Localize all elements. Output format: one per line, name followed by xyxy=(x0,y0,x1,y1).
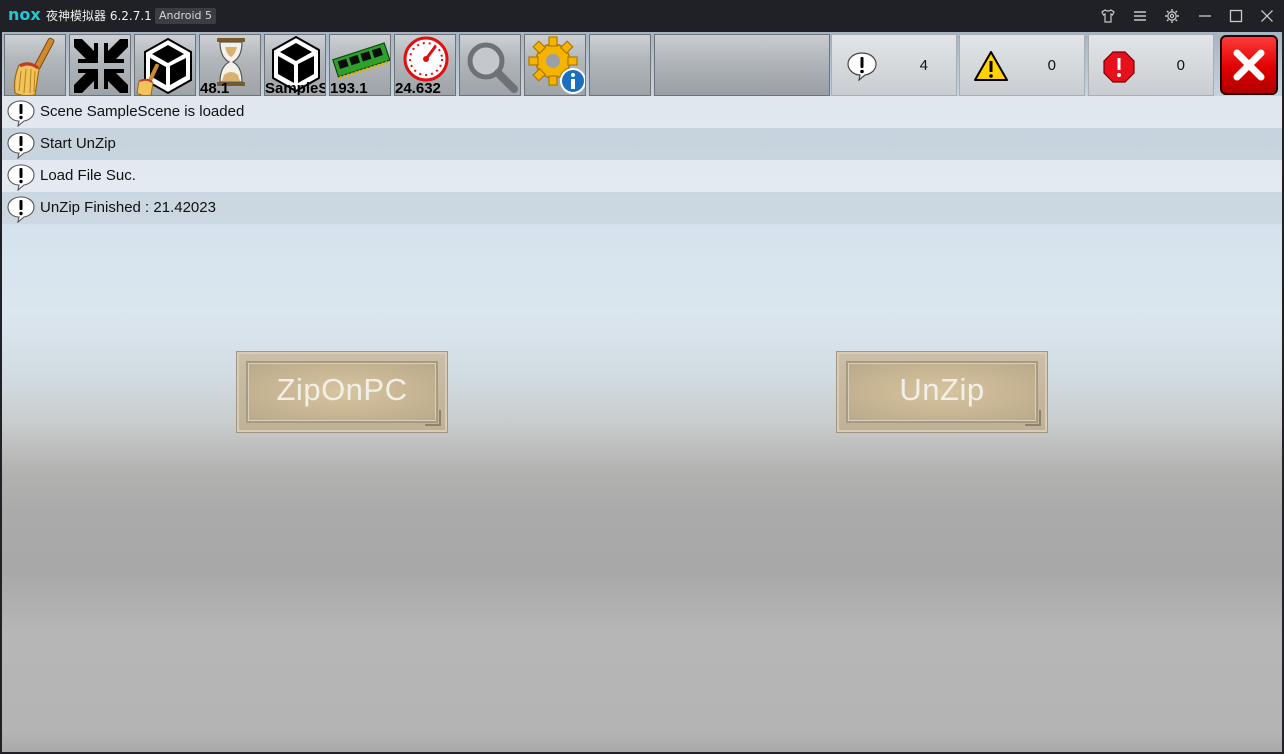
window-title-bar: nox 夜神模拟器 6.2.7.1 Android 5 xyxy=(0,0,1284,32)
scene-name-value: SampleS xyxy=(265,80,326,96)
fps-button[interactable]: 24.632 xyxy=(394,34,456,96)
broom-icon xyxy=(13,37,55,95)
nox-logo: nox xyxy=(8,5,41,24)
info-bubble-icon xyxy=(7,196,35,223)
time-scale-button[interactable]: 48.1 xyxy=(199,34,261,96)
memory-value: 193.1 xyxy=(330,80,368,96)
error-count-toggle[interactable]: 0 xyxy=(1088,34,1214,96)
gear-icon[interactable] xyxy=(1161,5,1183,27)
log-entry[interactable]: Scene SampleScene is loaded xyxy=(2,96,1282,128)
scene-button[interactable]: SampleS xyxy=(264,34,326,96)
gear-info-icon xyxy=(528,36,585,94)
warning-triangle-icon xyxy=(974,51,1008,81)
info-bubble-icon xyxy=(847,52,877,81)
close-icon[interactable] xyxy=(1256,5,1278,27)
log-entry[interactable]: Start UnZip xyxy=(2,128,1282,160)
collapse-button[interactable] xyxy=(69,34,131,96)
log-entry[interactable]: Load File Suc. xyxy=(2,160,1282,192)
log-list: Scene SampleScene is loaded Start UnZip … xyxy=(2,96,1282,224)
clear-log-button[interactable] xyxy=(4,34,66,96)
toolbar-spacer xyxy=(654,34,830,96)
log-message: Start UnZip xyxy=(40,135,116,152)
log-message: Scene SampleScene is loaded xyxy=(40,103,245,120)
x-close-icon xyxy=(1233,49,1265,81)
log-entry[interactable]: UnZip Finished : 21.42023 xyxy=(2,192,1282,224)
zip-on-pc-button[interactable]: ZipOnPC xyxy=(237,352,447,432)
warning-count: 0 xyxy=(1047,57,1056,74)
log-message: Load File Suc. xyxy=(40,167,136,184)
memory-button[interactable]: 193.1 xyxy=(329,34,391,96)
magnifier-icon xyxy=(467,42,518,93)
android-version-badge: Android 5 xyxy=(155,8,217,24)
time-value: 48.1 xyxy=(200,80,230,96)
unzip-button[interactable]: UnZip xyxy=(837,352,1047,432)
settings-info-button[interactable] xyxy=(524,34,586,96)
error-count: 0 xyxy=(1176,57,1185,74)
emulator-screen: 48.1 SampleS 193.1 24.632 4 0 0 Scene Sa… xyxy=(2,32,1282,752)
collapse-arrows-icon xyxy=(74,39,128,93)
info-bubble-icon xyxy=(7,164,35,191)
info-bubble-icon xyxy=(7,100,35,127)
debug-toolbar: 48.1 SampleS 193.1 24.632 4 0 0 xyxy=(2,32,1282,96)
zip-on-pc-label: ZipOnPC xyxy=(276,372,408,407)
info-count-toggle[interactable]: 4 xyxy=(831,34,957,96)
close-console-button[interactable] xyxy=(1220,35,1278,95)
empty-toolbar-slot xyxy=(589,34,651,96)
unity-broom-icon xyxy=(136,37,192,95)
warning-count-toggle[interactable]: 0 xyxy=(959,34,1085,96)
menu-icon[interactable] xyxy=(1129,5,1151,27)
app-title: 夜神模拟器 6.2.7.1 xyxy=(46,9,152,23)
maximize-icon[interactable] xyxy=(1225,5,1247,27)
log-message: UnZip Finished : 21.42023 xyxy=(40,199,216,216)
shirt-icon[interactable] xyxy=(1097,5,1119,27)
search-button[interactable] xyxy=(459,34,521,96)
error-stop-icon xyxy=(1103,51,1135,83)
info-bubble-icon xyxy=(7,132,35,159)
clear-scene-button[interactable] xyxy=(134,34,196,96)
fps-value: 24.632 xyxy=(395,80,441,96)
unzip-label: UnZip xyxy=(899,372,985,407)
minimize-icon[interactable] xyxy=(1194,5,1216,27)
info-count: 4 xyxy=(919,57,928,74)
